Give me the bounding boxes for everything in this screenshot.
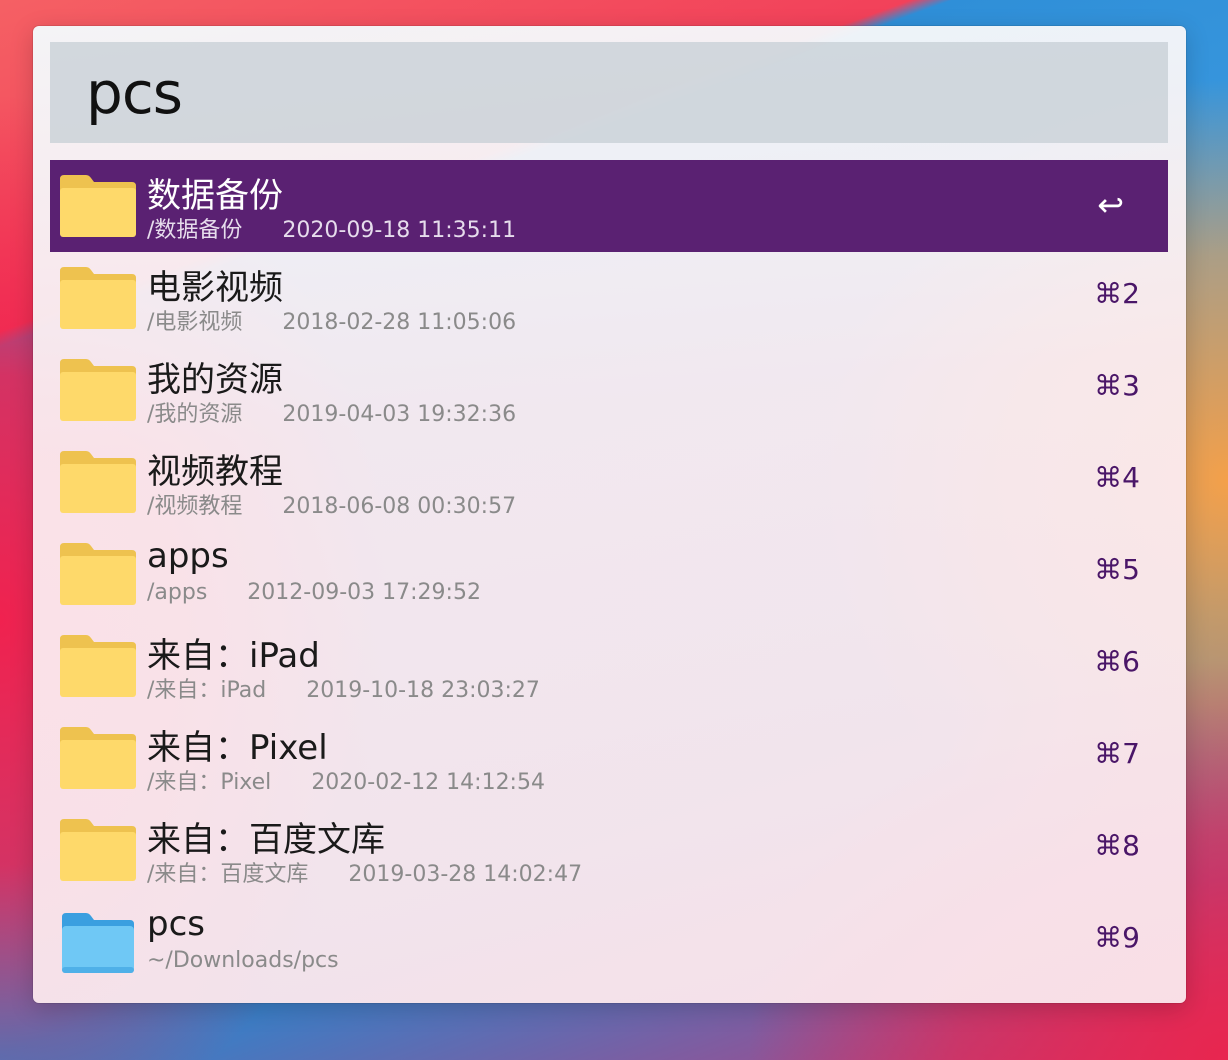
shortcut-label: ⌘9 (1094, 921, 1140, 954)
result-path: /apps (147, 580, 208, 605)
results-list: 数据备份 /数据备份 2020-09-18 11:35:11 ↩ 电影视频 /电影… (50, 160, 1168, 988)
search-query[interactable]: pcs (86, 59, 183, 127)
folder-icon (60, 543, 136, 605)
result-title: 我的资源 (147, 360, 283, 400)
result-subtitle: /apps 2012-09-03 17:29:52 (147, 580, 481, 605)
result-row[interactable]: 视频教程 /视频教程 2018-06-08 00:30:57 ⌘4 (50, 436, 1168, 528)
result-subtitle: ~/Downloads/pcs (147, 948, 339, 973)
result-subtitle: /来自：iPad 2019-10-18 23:03:27 (147, 672, 540, 704)
result-path: /数据备份 (147, 218, 243, 243)
search-input[interactable]: pcs (50, 42, 1168, 143)
result-row[interactable]: 数据备份 /数据备份 2020-09-18 11:35:11 ↩ (50, 160, 1168, 252)
result-date: 2018-06-08 00:30:57 (282, 494, 517, 519)
result-date: 2018-02-28 11:05:06 (282, 310, 517, 335)
result-date: 2020-02-12 14:12:54 (311, 770, 545, 795)
result-title: 来自：Pixel (147, 728, 328, 768)
shortcut-label: ⌘7 (1094, 737, 1140, 770)
folder-icon (60, 819, 136, 881)
result-date: 2012-09-03 17:29:52 (247, 580, 481, 605)
result-path: /电影视频 (147, 310, 243, 335)
result-row[interactable]: 我的资源 /我的资源 2019-04-03 19:32:36 ⌘3 (50, 344, 1168, 436)
result-title: 视频教程 (147, 452, 283, 492)
folder-icon (60, 727, 136, 789)
shortcut-label: ⌘5 (1094, 553, 1140, 586)
folder-icon (60, 359, 136, 421)
result-row[interactable]: pcs ~/Downloads/pcs ⌘9 (50, 896, 1168, 988)
folder-blue-icon (62, 913, 134, 973)
result-row[interactable]: 来自：百度文库 /来自：百度文库 2019-03-28 14:02:47 ⌘8 (50, 804, 1168, 896)
result-date: 2019-04-03 19:32:36 (282, 402, 517, 427)
folder-icon (60, 451, 136, 513)
folder-icon (60, 175, 136, 237)
result-path: /我的资源 (147, 402, 243, 427)
result-date: 2020-09-18 11:35:11 (282, 218, 517, 243)
result-path: /来自：iPad (147, 678, 267, 703)
shortcut-label: ⌘6 (1094, 645, 1140, 678)
result-title: 数据备份 (147, 176, 283, 216)
result-subtitle: /数据备份 2020-09-18 11:35:11 (147, 212, 516, 244)
result-title: 来自：百度文库 (147, 820, 385, 860)
result-title: 电影视频 (147, 268, 283, 308)
result-path: ~/Downloads/pcs (147, 948, 339, 973)
result-date: 2019-10-18 23:03:27 (306, 678, 540, 703)
result-date: 2019-03-28 14:02:47 (348, 862, 583, 887)
launcher-panel: pcs 数据备份 /数据备份 2020-09-18 11:35:11 ↩ 电影视频… (33, 26, 1186, 1003)
result-subtitle: /我的资源 2019-04-03 19:32:36 (147, 396, 516, 428)
result-subtitle: /来自：百度文库 2019-03-28 14:02:47 (147, 856, 582, 888)
result-row[interactable]: 电影视频 /电影视频 2018-02-28 11:05:06 ⌘2 (50, 252, 1168, 344)
shortcut-label: ⌘3 (1094, 369, 1140, 402)
result-title: apps (147, 536, 229, 576)
result-row[interactable]: 来自：Pixel /来自：Pixel 2020-02-12 14:12:54 ⌘7 (50, 712, 1168, 804)
result-title: pcs (147, 904, 205, 944)
result-path: /来自：Pixel (147, 770, 272, 795)
result-subtitle: /视频教程 2018-06-08 00:30:57 (147, 488, 516, 520)
result-row[interactable]: apps /apps 2012-09-03 17:29:52 ⌘5 (50, 528, 1168, 620)
result-subtitle: /来自：Pixel 2020-02-12 14:12:54 (147, 764, 545, 796)
result-row[interactable]: 来自：iPad /来自：iPad 2019-10-18 23:03:27 ⌘6 (50, 620, 1168, 712)
shortcut-label: ⌘8 (1094, 829, 1140, 862)
shortcut-label: ⌘4 (1094, 461, 1140, 494)
folder-icon (60, 267, 136, 329)
shortcut-label: ⌘2 (1094, 277, 1140, 310)
folder-icon (60, 635, 136, 697)
result-subtitle: /电影视频 2018-02-28 11:05:06 (147, 304, 516, 336)
return-key-icon: ↩ (1097, 186, 1124, 224)
result-title: 来自：iPad (147, 636, 320, 676)
result-path: /视频教程 (147, 494, 243, 519)
result-path: /来自：百度文库 (147, 862, 309, 887)
